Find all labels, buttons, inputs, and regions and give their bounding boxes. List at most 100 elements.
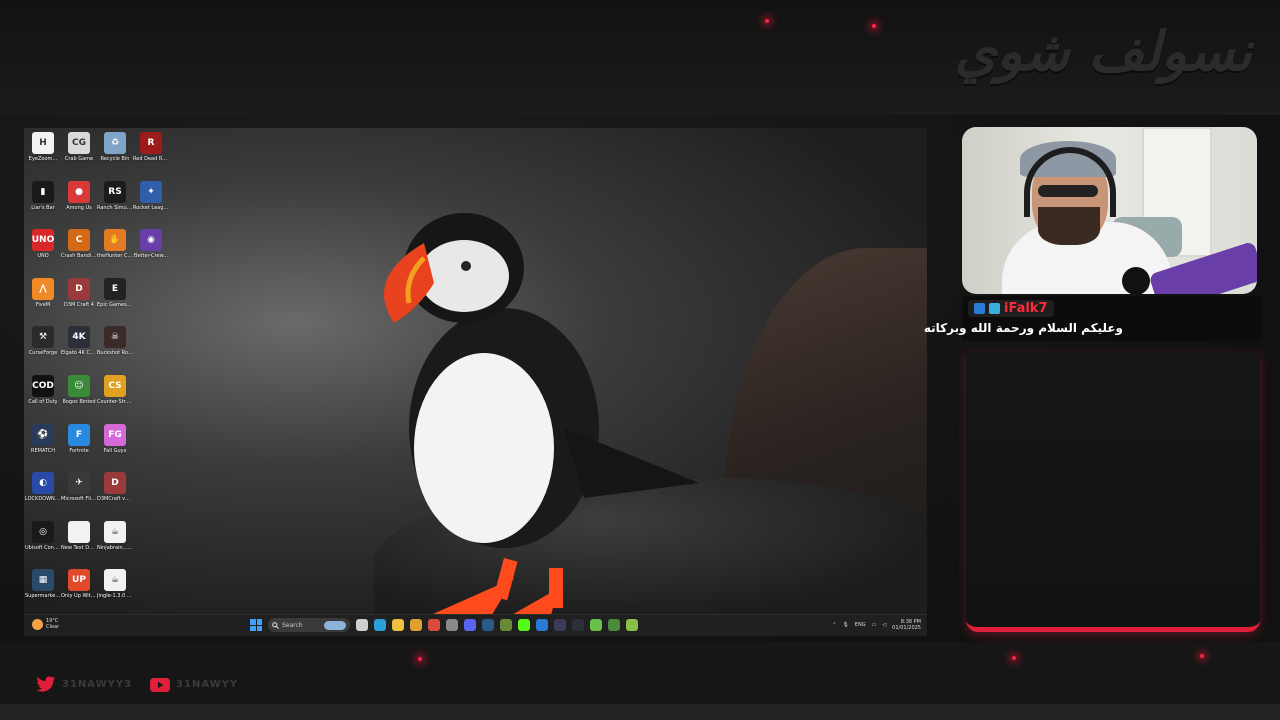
desktop-icon[interactable]: ⚒ CurseForge	[25, 324, 61, 373]
fall-guys-icon: FG	[104, 423, 126, 446]
chrome-alt-icon[interactable]	[428, 619, 440, 631]
desktop-icon-empty	[133, 567, 169, 616]
desktop-icon[interactable]: R Red Dead Redempti...	[133, 130, 169, 179]
rematch-icon: ⚽	[32, 423, 54, 446]
better-crew-icon: ◉	[140, 229, 162, 252]
curseforge-icon: ⚒	[32, 326, 54, 349]
launcher-icon[interactable]	[608, 619, 620, 631]
desktop-icon[interactable]: ♻ Recycle Bin	[97, 130, 133, 179]
minecraft-launcher-icon[interactable]	[626, 619, 638, 631]
desktop-icon[interactable]: ☺ Bogos Binted	[61, 373, 97, 422]
crab-game-icon: CG	[68, 132, 90, 154]
task-view-icon[interactable]	[356, 619, 368, 631]
android-icon[interactable]	[590, 619, 602, 631]
among-us-icon: ●	[68, 180, 90, 203]
ubisoft-icon: ◎	[32, 520, 54, 543]
sparkle-decoration	[1200, 654, 1204, 658]
thehunter-icon: ✋	[104, 229, 126, 252]
desktop-icon-label: Buckshot Roulette	[97, 350, 133, 357]
red-dead-icon: R	[140, 132, 162, 154]
network-icon[interactable]: ▭	[872, 622, 877, 628]
desktop-icon[interactable]: ✈Microsoft Flight Si...	[61, 470, 97, 519]
system-tray: ⌃ 🎙 ENG ▭ ◁ 8:38 PM 01/01/2025	[832, 619, 921, 631]
ranch-simulator-icon: RS	[104, 180, 126, 203]
desktop-icon[interactable]: H EyeZoom...	[25, 130, 61, 179]
volume-icon[interactable]: ◁	[882, 622, 886, 628]
liars-bar-icon: ▮	[32, 180, 54, 203]
microphone-icon[interactable]: 🎙	[842, 622, 848, 628]
desktop-icon[interactable]: CCrash Bandicoot...	[61, 227, 97, 276]
social-youtube[interactable]: 31NAWYY	[150, 677, 238, 692]
chrome-icon[interactable]	[410, 619, 422, 631]
desktop-icon[interactable]: ▮ Liar's Bar	[25, 179, 61, 228]
eyezoom-icon: H	[32, 132, 54, 154]
clock[interactable]: 8:38 PM 01/01/2025	[892, 619, 921, 631]
desktop-icon[interactable]: F Fortnite	[61, 422, 97, 471]
desktop-icon[interactable]: ◉ Better-Crew...	[133, 227, 169, 276]
stream-title: نسولف شوي	[954, 20, 1252, 83]
edge-icon[interactable]	[374, 619, 386, 631]
desktop-icon-label: Jingle-1.3.0 - Shortcut	[97, 593, 133, 600]
desktop-icon[interactable]: ⋀ FiveM	[25, 276, 61, 325]
weather-widget[interactable]: 19°C Clear	[32, 618, 59, 630]
text-document-icon	[68, 520, 90, 543]
webcam-feed	[962, 127, 1257, 294]
outlook-icon[interactable]	[536, 619, 548, 631]
java-icon: ☕	[104, 520, 126, 543]
desktop-icon-empty	[133, 324, 169, 373]
file-explorer-icon[interactable]	[392, 619, 404, 631]
desktop-icon[interactable]: CG Crab Game	[61, 130, 97, 179]
mail-icon[interactable]	[446, 619, 458, 631]
social-twitter[interactable]: 31NAWYY3	[36, 676, 132, 693]
discord-icon[interactable]	[464, 619, 476, 631]
desktop-icon[interactable]: UPOnly Up With Friends	[61, 567, 97, 616]
desktop-icon[interactable]: CS Counter-Str... 2	[97, 373, 133, 422]
desktop-icon[interactable]: FG Fall Guys	[97, 422, 133, 471]
puffin-illustration	[384, 213, 699, 618]
start-button[interactable]	[250, 619, 262, 631]
desktop-icon[interactable]: DD3MCraft v8.4.1 Pris...	[97, 470, 133, 519]
desktop-icon[interactable]: ◎ Ubisoft Connect	[25, 519, 61, 568]
chat-username: iFalk7	[1004, 301, 1048, 316]
chat-box: iFalk7 وعليكم السلام ورحمة الله وبركاته	[924, 296, 1262, 636]
epic-games-icon: E	[104, 277, 126, 300]
desktop-icon-empty	[133, 519, 169, 568]
desktop-icon[interactable]: COD Call of Duty	[25, 373, 61, 422]
desktop-icon[interactable]: ◐LOCKDOWN Protocol	[25, 470, 61, 519]
microphone-icon	[1122, 267, 1150, 294]
d3m-craft-icon: D	[68, 277, 90, 300]
desktop-icon[interactable]: New Text Document	[61, 519, 97, 568]
desktop-icon[interactable]: UNO UNO	[25, 227, 61, 276]
fortnite-icon: F	[68, 423, 90, 446]
desktop-icon[interactable]: ⚽ REMATCH	[25, 422, 61, 471]
desktop-icon[interactable]: ✦Rocket League®	[133, 179, 169, 228]
desktop-icon[interactable]: EEpic Games Launcher	[97, 276, 133, 325]
sparkle-decoration	[765, 19, 769, 23]
desktop-icon[interactable]: ☠Buckshot Roulette	[97, 324, 133, 373]
kick-icon[interactable]	[518, 619, 530, 631]
elgato-4k-icon[interactable]	[572, 619, 584, 631]
taskbar-search[interactable]: Search	[268, 618, 350, 632]
desktop-icon[interactable]: RSRanch Simulator	[97, 179, 133, 228]
desktop-icon[interactable]: 4KElgato 4K Captur...	[61, 324, 97, 373]
desktop-icon-empty	[133, 276, 169, 325]
chevron-up-icon[interactable]: ⌃	[832, 622, 836, 628]
chat-message: iFalk7 وعليكم السلام ورحمة الله وبركاته	[924, 296, 1262, 341]
camera-app-icon[interactable]	[554, 619, 566, 631]
call-of-duty-icon: COD	[32, 374, 54, 397]
desktop-icon-label: New Text Document	[61, 544, 97, 551]
desktop-icon[interactable]: ● Among Us	[61, 179, 97, 228]
minecraft-icon[interactable]	[500, 619, 512, 631]
desktop-icon[interactable]: D D3M Craft 4	[61, 276, 97, 325]
desktop-icon[interactable]: ✋theHunter Classic	[97, 227, 133, 276]
steam-icon[interactable]	[482, 619, 494, 631]
desktop-icon-label: D3MCraft v8.4.1 Pris...	[97, 496, 133, 503]
desktop-icon[interactable]: ☕Jingle-1.3.0 - Shortcut	[97, 567, 133, 616]
taskbar: 19°C Clear Search ⌃ 🎙 ENG ▭ ◁ 8:38 PM 01…	[24, 614, 927, 636]
sparkle-decoration	[872, 24, 876, 28]
language-indicator[interactable]: ENG	[855, 622, 866, 628]
twitter-icon	[36, 676, 56, 692]
desktop-icon[interactable]: ☕Ninjabrain... - Shortcut	[97, 519, 133, 568]
desktop-icon[interactable]: ▦Supermarket Simulator	[25, 567, 61, 616]
crash-bandicoot-icon: C	[68, 229, 90, 252]
